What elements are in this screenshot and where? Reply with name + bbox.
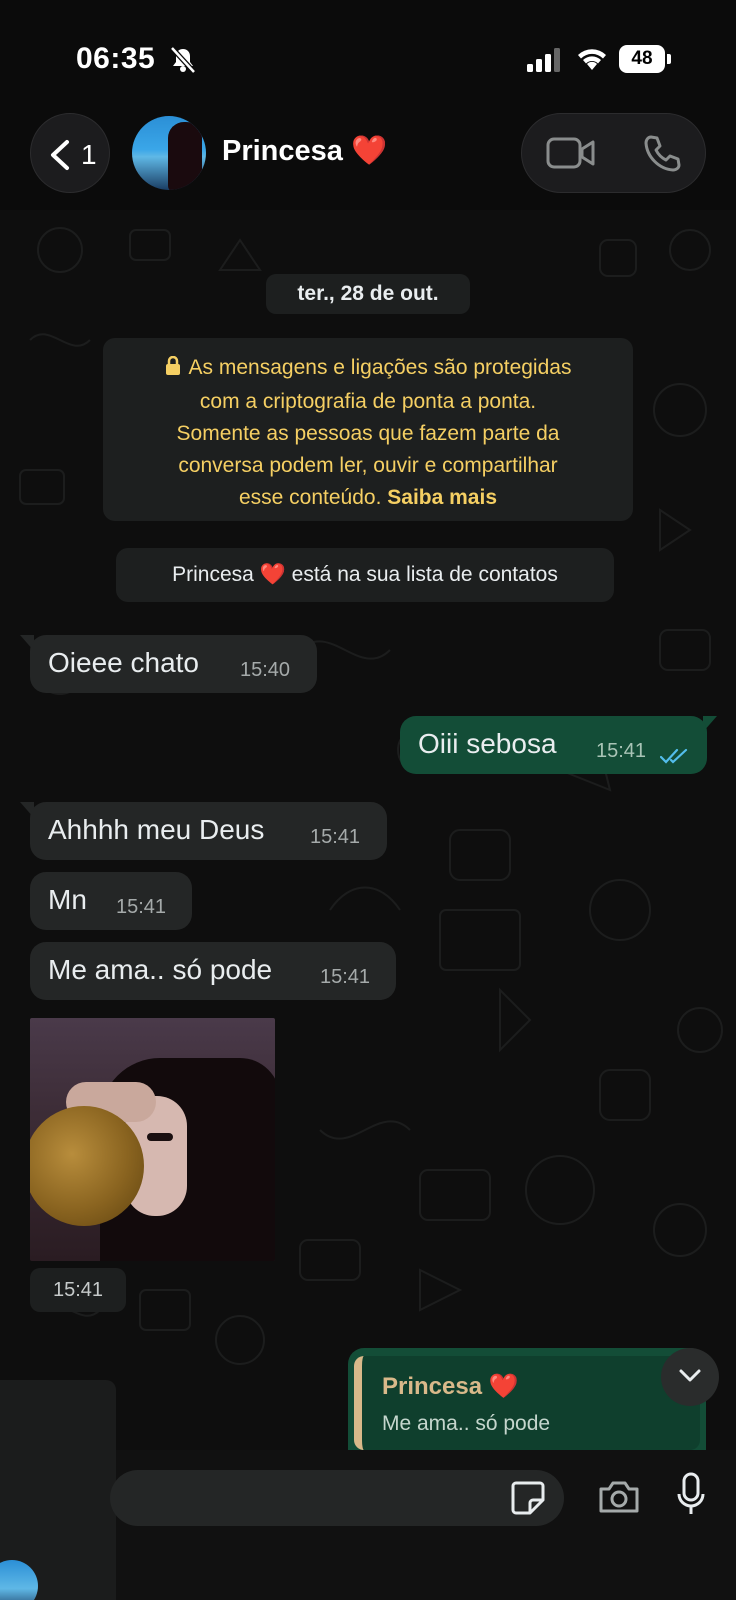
lock-icon [165,354,181,386]
message-text: Me ama.. só pode [48,954,273,985]
quoted-message[interactable]: Princesa ❤️ Me ama.. só pode [354,1356,700,1450]
battery-level: 48 [631,48,653,69]
contact-avatar[interactable] [132,116,206,190]
date-divider: ter., 28 de out. [266,274,470,314]
photo-message[interactable] [30,1018,275,1261]
scroll-to-bottom-button[interactable] [661,1348,719,1406]
double-check-icon [659,740,690,772]
contact-list-notice[interactable]: Princesa ❤️ está na sua lista de contato… [116,548,614,602]
message-bubble-incoming[interactable]: Mn 15:41 [30,872,192,930]
back-button[interactable]: 1 [30,113,110,193]
message-bubble-incoming[interactable]: Oieee chato 15:40 [30,635,317,693]
phone-icon[interactable] [642,134,682,179]
message-text: Oieee chato [48,647,199,678]
quoted-sender: Princesa ❤️ [382,1373,519,1400]
message-time: 15:40 [240,659,291,681]
encryption-line: conversa podem ler, ouvir e compartilhar [178,454,558,477]
reply-message-outgoing[interactable]: Princesa ❤️ Me ama.. só pode [348,1348,706,1450]
chat-header: 1 Princesa ❤️ [0,110,736,210]
call-actions [521,113,706,193]
message-bubble-outgoing[interactable]: Oiii sebosa 15:41 [400,716,707,774]
message-text: Mn [48,884,87,915]
message-time: 15:41 [116,896,167,918]
encryption-notice[interactable]: As mensagens e ligações são protegidas c… [103,338,633,521]
chevron-left-icon [48,139,72,176]
message-time: 15:41 [310,826,361,848]
contact-name[interactable]: Princesa ❤️ [222,134,387,168]
overlay-panel [0,1380,116,1450]
unread-count: 1 [81,139,97,170]
quoted-text: Me ama.. só pode [382,1412,551,1435]
wifi-icon [575,45,609,76]
clock: 06:35 [76,42,156,75]
video-call-icon[interactable] [546,136,596,175]
message-bubble-incoming[interactable]: Ahhhh meu Deus 15:41 [30,802,387,860]
message-composer [0,1450,736,1600]
encryption-line: com a criptografia de ponta a ponta. [199,390,537,413]
encryption-line: esse conteúdo. [238,486,382,509]
camera-icon[interactable] [597,1479,641,1520]
sticker-icon[interactable] [510,1480,546,1521]
battery-indicator: 48 [619,45,671,73]
message-input-container[interactable] [110,1470,564,1526]
message-input[interactable] [128,1470,498,1526]
encryption-line: As mensagens e ligações são protegidas [188,356,572,379]
message-text: Oiii sebosa [418,728,557,759]
signal-icon [527,48,563,77]
mic-icon[interactable] [676,1472,706,1523]
learn-more-link[interactable]: Saiba mais [387,486,497,509]
status-bar: 06:35 48 [0,0,736,110]
message-text: Ahhhh meu Deus [48,814,265,845]
message-bubble-incoming[interactable]: Me ama.. só pode 15:41 [30,942,396,1000]
bell-slash-icon [170,46,196,79]
message-time: 15:41 [320,966,371,988]
chat-area[interactable]: ter., 28 de out. As mensagens e ligações… [0,210,736,1450]
message-time: 15:41 [596,740,647,762]
photo-time: 15:41 [30,1268,126,1312]
encryption-line: Somente as pessoas que fazem parte da [176,422,560,445]
